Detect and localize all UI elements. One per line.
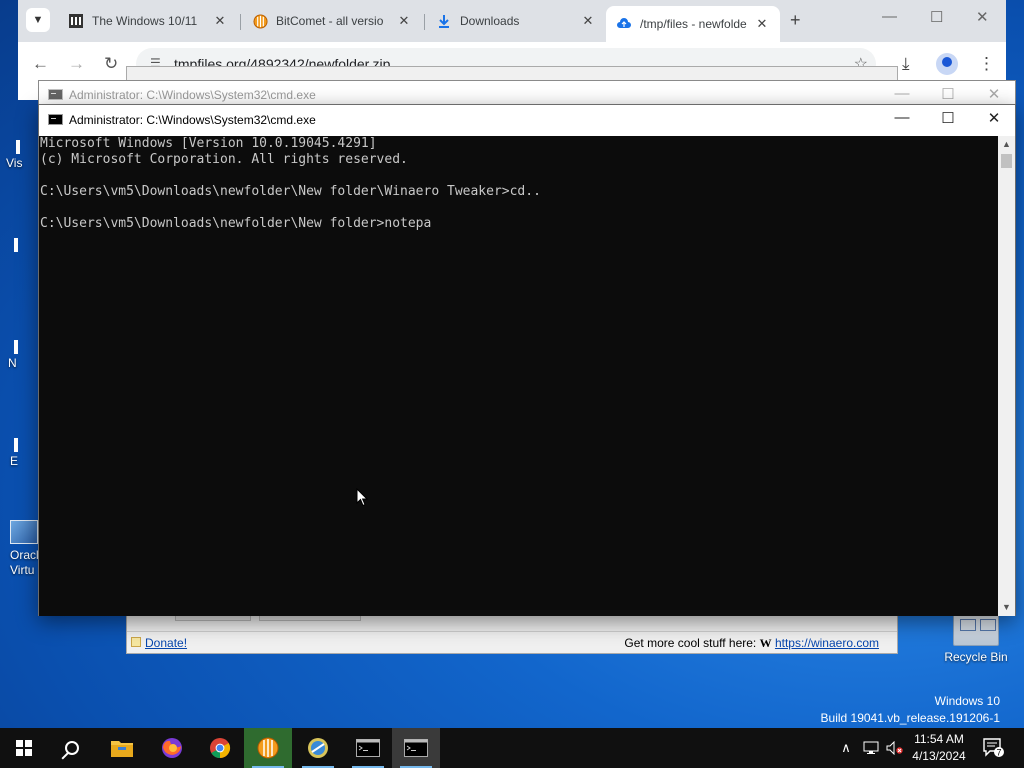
virtualbox-icon <box>10 520 38 544</box>
tab-separator <box>424 14 425 30</box>
taskbar-clock[interactable]: 11:54 AM 4/13/2024 <box>906 731 972 765</box>
console-line: C:\Users\vm5\Downloads\newfolder\New fol… <box>40 184 541 199</box>
cmd-icon <box>404 739 428 757</box>
desktop-icon-partial-3[interactable]: N <box>8 340 18 370</box>
desktop-icon-partial-4[interactable]: E <box>10 438 18 468</box>
tab-bitcomet[interactable]: BitComet - all versio ✕ <box>242 6 422 36</box>
search-button[interactable] <box>48 728 96 768</box>
more-menu-icon[interactable]: ⋮ <box>978 54 995 74</box>
taskbar-virtualbox[interactable] <box>294 728 342 768</box>
chrome-icon <box>210 738 231 759</box>
taskbar-chrome[interactable] <box>196 728 244 768</box>
minimize-button[interactable]: — <box>879 109 925 126</box>
virtualbox-icon <box>308 738 328 758</box>
volume-muted-icon[interactable] <box>884 728 906 768</box>
app-icon <box>14 238 18 252</box>
cmd-title-bar[interactable]: Administrator: C:\Windows\System32\cmd.e… <box>39 105 1015 136</box>
cmd-window: Administrator: C:\Windows\System32\cmd.e… <box>38 104 1016 616</box>
network-icon[interactable] <box>860 728 882 768</box>
notification-count: 7 <box>996 748 1001 758</box>
close-tab-icon[interactable]: ✕ <box>212 13 228 29</box>
winaero-status-bar: Donate! Get more cool stuff here: W http… <box>127 631 897 653</box>
app-icon <box>14 340 18 354</box>
console-line: (c) Microsoft Corporation. All rights re… <box>40 152 408 167</box>
app-icon <box>14 438 18 452</box>
firefox-icon <box>162 738 182 758</box>
start-button[interactable] <box>0 728 48 768</box>
winaero-logo-icon: W <box>759 636 772 650</box>
taskbar-bitcomet[interactable] <box>244 728 292 768</box>
profile-avatar-icon[interactable] <box>936 53 958 75</box>
recycle-bin-icon <box>953 612 999 646</box>
tab-separator <box>240 14 241 30</box>
tab-strip: ▼ The Windows 10/11 ✕ BitComet - all ver… <box>18 0 1006 42</box>
close-button[interactable]: ✕ <box>971 85 1017 103</box>
forward-arrow-icon[interactable]: → <box>68 54 85 74</box>
taskbar-firefox[interactable] <box>148 728 196 768</box>
tab-search-button[interactable]: ▼ <box>26 8 50 32</box>
tab-windows-10-11[interactable]: The Windows 10/11 ✕ <box>58 6 238 36</box>
minimize-button[interactable]: — <box>879 85 925 102</box>
taskbar-cmd-1[interactable] <box>344 728 392 768</box>
show-hidden-icons-chevron-icon[interactable]: ∧ <box>836 728 856 768</box>
action-center-icon[interactable]: 7 <box>982 736 1004 758</box>
tab-tmpfiles-active[interactable]: /tmp/files - newfolde ✕ <box>606 6 780 42</box>
vertical-scrollbar[interactable]: ▲ ▼ <box>998 136 1015 616</box>
winaero-link[interactable]: https://winaero.com <box>775 636 879 650</box>
browser-close-button[interactable]: ✕ <box>976 8 989 26</box>
windows-logo-icon <box>16 740 32 756</box>
cloud-upload-icon <box>616 16 632 32</box>
desktop-icon-partial-2[interactable] <box>14 238 18 254</box>
desktop-icon-recycle-bin[interactable]: Recycle Bin <box>940 612 1012 664</box>
maximize-button[interactable]: ☐ <box>925 109 971 127</box>
desktop-icon-oracle-virtualbox[interactable]: Oracl Virtu <box>10 520 39 578</box>
tab-downloads[interactable]: Downloads ✕ <box>426 6 606 36</box>
cmd-icon <box>48 114 63 125</box>
taskbar-cmd-2[interactable] <box>392 728 440 768</box>
app-icon <box>16 140 20 154</box>
taskbar: ∧ 11:54 AM 4/13/2024 7 <box>0 728 1024 768</box>
new-tab-button[interactable]: + <box>790 10 801 31</box>
more-cool-stuff: Get more cool stuff here: W https://wina… <box>624 636 879 650</box>
download-icon <box>436 13 452 29</box>
scrollbar-thumb[interactable] <box>1001 154 1012 168</box>
windows-watermark: Windows 10 Build 19041.vb_release.191206… <box>820 694 1000 725</box>
search-icon <box>65 741 79 755</box>
scroll-up-arrow-icon[interactable]: ▲ <box>998 136 1015 153</box>
console-output[interactable]: Microsoft Windows [Version 10.0.19045.42… <box>39 136 999 616</box>
bitcomet-icon <box>257 737 279 759</box>
console-line: Microsoft Windows [Version 10.0.19045.42… <box>40 136 377 151</box>
desktop-icon-partial-1[interactable]: Vis <box>6 140 22 170</box>
back-arrow-icon[interactable]: ← <box>32 54 49 74</box>
close-tab-icon[interactable]: ✕ <box>754 16 770 32</box>
browser-minimize-button[interactable]: — <box>882 8 897 25</box>
close-button[interactable]: ✕ <box>971 109 1017 127</box>
browser-maximize-button[interactable]: ☐ <box>930 8 943 26</box>
scroll-down-arrow-icon[interactable]: ▼ <box>998 599 1015 616</box>
console-input-line[interactable]: C:\Users\vm5\Downloads\newfolder\New fol… <box>40 216 999 232</box>
donate-link[interactable]: Donate! <box>145 636 187 650</box>
close-tab-icon[interactable]: ✕ <box>580 13 596 29</box>
cmd-icon <box>48 89 63 100</box>
donate-icon <box>131 637 141 647</box>
reload-icon[interactable]: ↻ <box>104 54 118 74</box>
museum-icon <box>68 13 84 29</box>
chevron-down-icon: ▼ <box>32 14 44 26</box>
folder-icon <box>111 741 133 757</box>
bitcomet-icon <box>252 13 268 29</box>
maximize-button[interactable]: ☐ <box>925 85 971 103</box>
mouse-cursor-icon <box>356 487 369 510</box>
cmd-icon <box>356 739 380 757</box>
taskbar-file-explorer[interactable] <box>98 728 146 768</box>
close-tab-icon[interactable]: ✕ <box>396 13 412 29</box>
downloads-icon[interactable]: ⤓ <box>902 54 910 74</box>
